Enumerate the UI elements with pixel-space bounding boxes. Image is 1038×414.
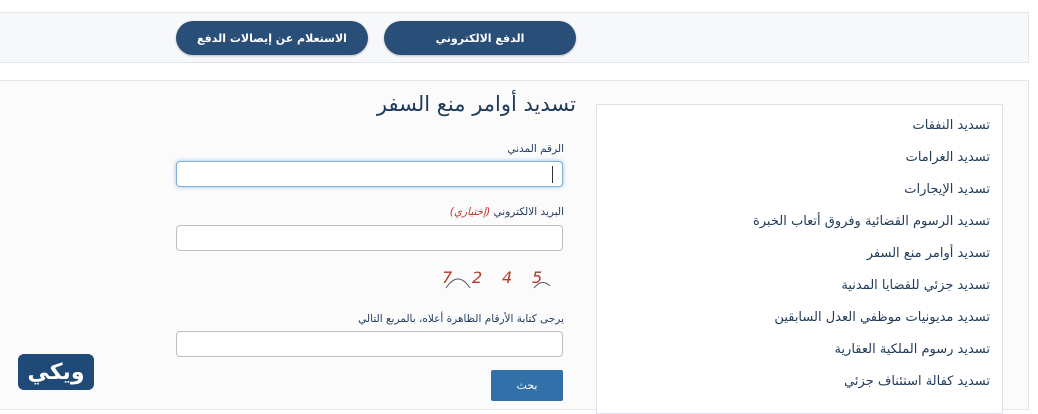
captcha-input[interactable]: [176, 331, 563, 357]
sidebar-item-former-employees[interactable]: تسديد مديونيات موظفي العدل السابقين: [774, 310, 990, 325]
wiki-logo: ويكي: [18, 354, 94, 390]
captcha-image: 7 2 4 5: [438, 262, 554, 294]
captcha-digit: 2: [472, 268, 483, 287]
sidebar-item-real-estate[interactable]: تسديد رسوم الملكية العقارية: [834, 342, 990, 357]
captcha-digit: 7: [442, 268, 453, 287]
civil-id-input[interactable]: [176, 161, 563, 187]
email-label: البريد الالكتروني (إختياري): [450, 206, 564, 218]
civil-id-label: الرقم المدني: [507, 143, 564, 155]
email-label-text: البريد الالكتروني: [493, 206, 564, 218]
top-nav-bar: الدفع الالكتروني الاستعلام عن إيصالات ال…: [0, 12, 1029, 63]
search-button[interactable]: بحث: [491, 370, 563, 401]
sidebar-item-appeal-bail[interactable]: تسديد كفالة استئناف جزئي: [844, 374, 990, 389]
services-sidebar: تسديد النفقات تسديد الغرامات تسديد الإيج…: [596, 104, 1003, 414]
epay-tab-button[interactable]: الدفع الالكتروني: [384, 21, 576, 55]
page-title: تسديد أوامر منع السفر: [376, 92, 576, 116]
captcha-digit: 4: [502, 268, 513, 287]
sidebar-item-travel-ban[interactable]: تسديد أوامر منع السفر: [867, 246, 990, 261]
sidebar-item-alimony[interactable]: تسديد النفقات: [913, 118, 990, 133]
captcha-digit: 5: [532, 268, 543, 287]
sidebar-item-fines[interactable]: تسديد الغرامات: [906, 150, 990, 165]
optional-marker: (إختياري): [449, 206, 491, 218]
captcha-instruction: يرجى كتابة الأرقام الظاهرة أعلاه، بالمرب…: [358, 313, 564, 325]
payment-receipts-tab-button[interactable]: الاستعلام عن إيصالات الدفع: [176, 21, 368, 55]
sidebar-item-partial-civil[interactable]: تسديد جزئي للقضايا المدنية: [841, 278, 990, 293]
sidebar-item-court-fees[interactable]: تسديد الرسوم القضائية وفروق أتعاب الخبرة: [753, 214, 990, 229]
text-cursor: [552, 166, 553, 183]
email-input[interactable]: [176, 225, 563, 251]
sidebar-item-rents[interactable]: تسديد الإيجارات: [904, 182, 990, 197]
